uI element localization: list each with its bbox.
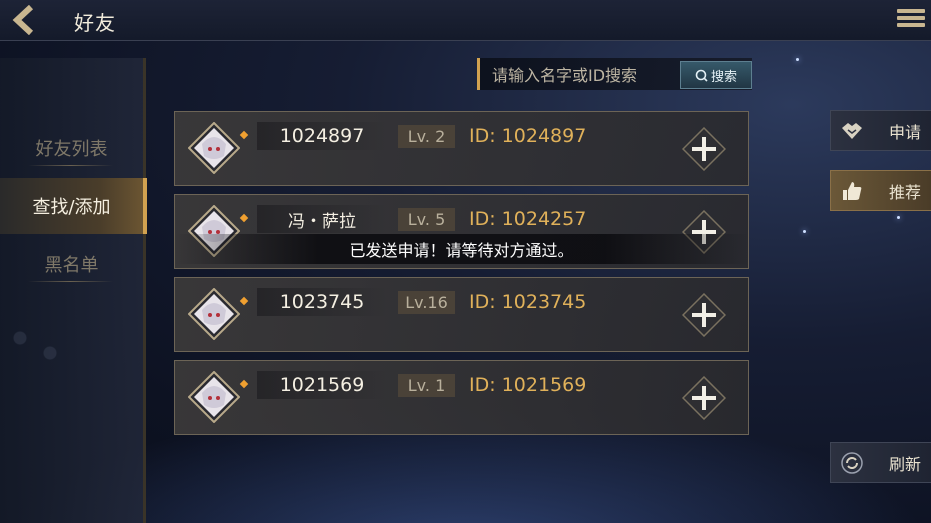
avatar[interactable] bbox=[188, 122, 240, 174]
search-bar: 搜索 bbox=[477, 58, 752, 92]
level-badge: Lv. 2 bbox=[398, 125, 455, 148]
menu-button[interactable] bbox=[897, 6, 925, 34]
search-input[interactable] bbox=[490, 58, 674, 92]
refresh-label: 刷新 bbox=[889, 454, 922, 474]
nav-item-label: 好友列表 bbox=[35, 139, 108, 160]
avatar[interactable] bbox=[188, 288, 240, 340]
search-button-label: 搜索 bbox=[710, 69, 737, 85]
friend-id: ID: 1024897 bbox=[469, 125, 587, 147]
star-decoration bbox=[796, 58, 799, 61]
hex-pattern-decoration bbox=[0, 318, 143, 408]
refresh-button[interactable]: 刷新 bbox=[830, 442, 931, 483]
friend-name: 冯・萨拉 bbox=[257, 205, 387, 233]
nav-item-find-add[interactable]: 查找/添加 bbox=[0, 178, 147, 234]
level-badge: Lv.16 bbox=[398, 291, 455, 314]
handshake-icon bbox=[837, 116, 867, 146]
status-dot bbox=[239, 296, 249, 306]
nav-item-label: 黑名单 bbox=[44, 255, 99, 276]
list-item: 1024897 Lv. 2 ID: 1024897 bbox=[174, 111, 749, 186]
toast-message: 已发送申请！请等待对方通过。 bbox=[174, 234, 749, 264]
friend-id: ID: 1023745 bbox=[469, 291, 587, 313]
star-decoration bbox=[897, 216, 900, 219]
add-friend-button[interactable] bbox=[682, 127, 726, 171]
list-item: 1023745 Lv.16 ID: 1023745 bbox=[174, 277, 749, 352]
divider bbox=[28, 281, 113, 282]
apply-label: 申请 bbox=[889, 122, 922, 142]
page-title: 好友 bbox=[74, 11, 116, 35]
star-decoration bbox=[803, 230, 806, 233]
search-button[interactable]: 搜索 bbox=[680, 61, 752, 89]
add-friend-button[interactable] bbox=[682, 376, 726, 420]
nav-item-label: 查找/添加 bbox=[32, 197, 111, 218]
apply-button[interactable]: 申请 bbox=[830, 110, 931, 151]
friend-id: ID: 1024257 bbox=[469, 208, 587, 230]
chevron-left-icon bbox=[12, 5, 34, 35]
recommend-button[interactable]: 推荐 bbox=[830, 170, 931, 211]
friend-name: 1021569 bbox=[257, 371, 387, 399]
level-badge: Lv. 5 bbox=[398, 208, 455, 231]
divider bbox=[28, 165, 113, 166]
hamburger-icon bbox=[897, 9, 925, 13]
nav-item-blacklist[interactable]: 黑名单 bbox=[0, 236, 143, 292]
back-button[interactable] bbox=[8, 3, 42, 37]
status-dot bbox=[239, 213, 249, 223]
level-badge: Lv. 1 bbox=[398, 374, 455, 397]
friend-list: 1024897 Lv. 2 ID: 1024897 冯・萨拉 Lv. 5 ID:… bbox=[174, 111, 749, 443]
friend-name: 1023745 bbox=[257, 288, 387, 316]
search-icon bbox=[695, 69, 708, 82]
top-bar: 好友 bbox=[0, 0, 931, 41]
thumbs-up-icon bbox=[837, 176, 867, 206]
hamburger-icon-bar bbox=[897, 23, 925, 27]
hamburger-icon-bar bbox=[897, 16, 925, 20]
nav-item-friend-list[interactable]: 好友列表 bbox=[0, 120, 143, 176]
status-dot bbox=[239, 379, 249, 389]
friend-id: ID: 1021569 bbox=[469, 374, 587, 396]
add-friend-button[interactable] bbox=[682, 293, 726, 337]
list-item: 1021569 Lv. 1 ID: 1021569 bbox=[174, 360, 749, 435]
refresh-icon bbox=[837, 448, 867, 478]
left-nav: 好友列表 查找/添加 黑名单 bbox=[0, 58, 147, 523]
avatar[interactable] bbox=[188, 371, 240, 423]
friend-name: 1024897 bbox=[257, 122, 387, 150]
status-dot bbox=[239, 130, 249, 140]
recommend-label: 推荐 bbox=[889, 182, 922, 202]
